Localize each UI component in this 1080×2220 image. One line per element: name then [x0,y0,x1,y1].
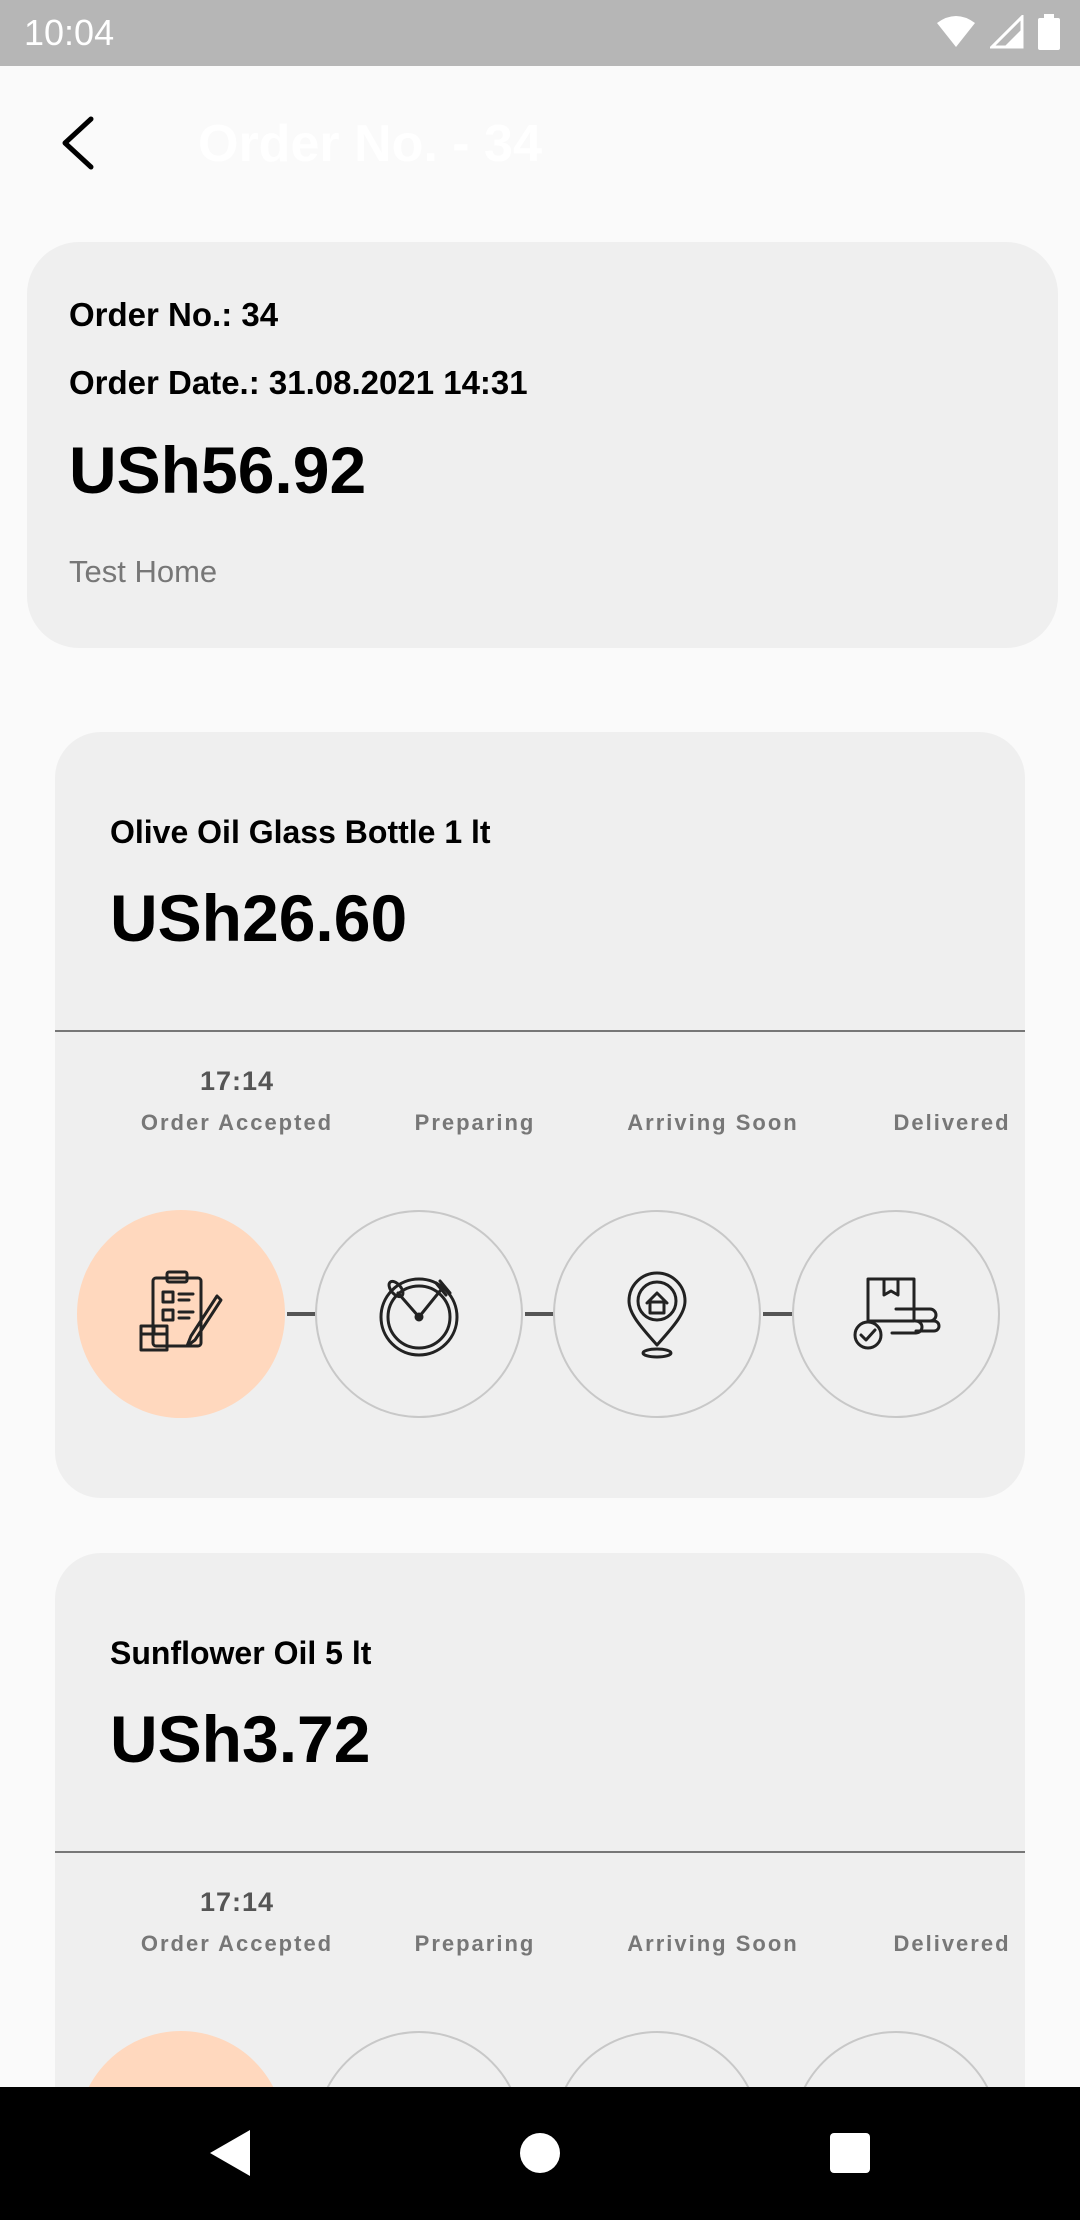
step-label-arriving-soon: Arriving Soon [627,1931,799,1956]
back-arrow-icon [62,116,94,170]
step-label-preparing: Preparing [414,1110,536,1135]
step-connector [525,1312,555,1316]
step-label-delivered: Delivered [893,1931,1011,1956]
location-home-icon [627,1271,687,1359]
nav-home-icon [520,2133,560,2173]
nav-back-button[interactable] [200,2123,260,2183]
step-label-arriving-soon: Arriving Soon [627,1110,799,1135]
step-preparing [315,1210,523,1418]
step-delivered [792,1210,1000,1418]
step-arriving-soon [553,1210,761,1418]
item-name: Sunflower Oil 5 lt [110,1635,372,1671]
step-connector [763,1312,793,1316]
delivery-address: Test Home [69,554,218,589]
signal-icon [990,15,1024,49]
back-button[interactable] [40,106,114,180]
page-title: Order No. - 34 [198,115,542,173]
status-bar: 10:04 [0,0,1080,66]
order-date: Order Date.: 31.08.2021 14:31 [69,364,528,401]
divider [55,1030,1025,1032]
nav-recents-icon [830,2133,870,2173]
order-item-card: Olive Oil Glass Bottle 1 lt USh26.60 17:… [55,732,1025,1498]
delivered-box-icon [853,1277,941,1350]
step-connector [287,1312,317,1316]
wifi-icon [937,16,975,47]
order-item-card: Sunflower Oil 5 lt USh3.72 17:14 Order A… [55,1553,1025,2173]
order-summary-card: Order No.: 34 Order Date.: 31.08.2021 14… [27,242,1058,648]
status-time: 10:04 [24,12,115,53]
step-order-accepted [77,1210,285,1418]
nav-recents-button[interactable] [820,2123,880,2183]
divider [55,1851,1025,1853]
step-label-delivered: Delivered [893,1110,1011,1135]
step-label-order-accepted: Order Accepted [140,1110,334,1135]
status-icons [936,14,1060,50]
step-time: 17:14 [199,1887,275,1917]
order-number: Order No.: 34 [69,296,279,333]
nav-back-icon [210,2130,250,2176]
step-label-order-accepted: Order Accepted [140,1931,334,1956]
preparing-clock-icon [379,1277,459,1357]
battery-icon [1038,14,1060,50]
item-price: USh26.60 [110,881,408,955]
order-clipboard-icon [139,1270,223,1352]
nav-home-button[interactable] [510,2123,570,2183]
order-total: USh56.92 [69,433,367,507]
step-time: 17:14 [199,1066,275,1096]
navigation-bar [0,2087,1080,2220]
app-bar: Order No. - 34 [0,66,1080,216]
step-label-preparing: Preparing [414,1931,536,1956]
item-price: USh3.72 [110,1702,371,1776]
item-name: Olive Oil Glass Bottle 1 lt [110,814,491,850]
